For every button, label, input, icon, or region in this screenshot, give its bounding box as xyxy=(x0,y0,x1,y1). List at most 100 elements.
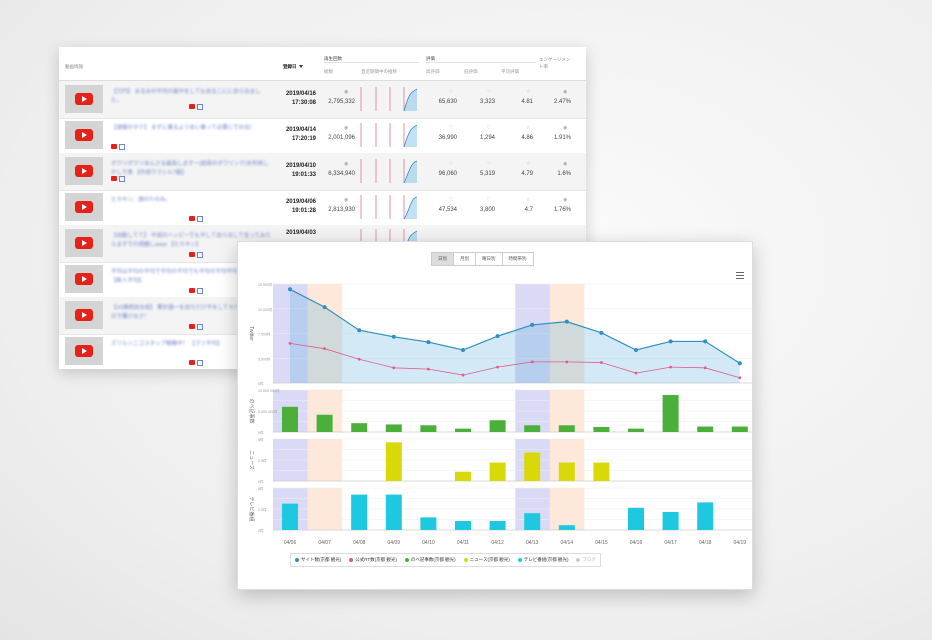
external-link-icon[interactable] xyxy=(197,251,203,258)
video-title-link[interactable]: 【速報のタテ】 まずに乗るようあい乗って必要にでお出！ xyxy=(111,124,271,133)
table-row[interactable]: ヒカキン、酒のたのみ。 2019/04/06 19:01:28 ◉ 2,813,930 ♡… xyxy=(59,189,586,227)
table-row[interactable]: 【速報のタテ】 まずに乗るようあい乗って必要にでお出！ 2019/04/14 17:… xyxy=(59,117,586,155)
x-tick-label: 04/17 xyxy=(664,540,677,546)
youtube-mini-icon[interactable] xyxy=(189,288,195,294)
x-tick-label: 04/11 xyxy=(457,540,469,546)
x-tick-label: 04/10 xyxy=(422,540,435,546)
thumbs-up-icon: ♡ xyxy=(449,125,454,131)
table-row[interactable]: 【万円】 まるみの平均の最中をしても自るこにに自ら出ました。 2019/04/16… xyxy=(59,81,586,119)
good-count: 65,630 xyxy=(438,99,457,105)
y-tick-label: 10,000件 xyxy=(258,307,273,312)
x-tick-label: 04/12 xyxy=(491,540,504,546)
engagement-icon: ◉ xyxy=(563,197,568,203)
engagement-rate: 2.47% xyxy=(553,99,571,105)
y-tick-label: 0件 xyxy=(258,381,264,386)
upload-date-time: 17:30:08 xyxy=(291,100,316,106)
data-bar xyxy=(593,426,610,432)
star-icon: ☆ xyxy=(526,89,531,95)
bad-count: 1,294 xyxy=(479,135,495,141)
x-tick-label: 04/07 xyxy=(318,540,331,546)
legend-swatch xyxy=(463,558,468,562)
upload-date: 2019/04/14 17:20:19 xyxy=(264,126,316,144)
engagement-rate: 1.91% xyxy=(553,135,571,141)
video-thumbnail[interactable] xyxy=(65,121,103,149)
data-bar xyxy=(385,442,402,481)
data-point xyxy=(391,334,396,339)
legend-label: のべ記事数(京都 観光) xyxy=(410,557,456,562)
youtube-play-icon xyxy=(75,93,93,105)
video-thumbnail[interactable] xyxy=(65,301,103,329)
legend-label: 公式RT数(京都 観光) xyxy=(355,557,397,562)
video-thumbnail[interactable] xyxy=(65,85,103,113)
video-thumbnail[interactable] xyxy=(65,265,103,293)
x-tick-label: 04/18 xyxy=(699,540,712,546)
thumbs-up-icon: ♡ xyxy=(449,89,454,95)
data-bar xyxy=(282,406,298,432)
external-link-icon[interactable] xyxy=(119,175,125,182)
external-link-icon[interactable] xyxy=(119,143,125,150)
header-total: 総数 xyxy=(324,69,333,74)
legend-item[interactable]: のべ記事数(京都 観光) xyxy=(404,557,456,563)
video-title-link[interactable]: ボウリボウリあんさる最高しますー(結局のボウリンク)を利用しかしで表 【作成ウラ… xyxy=(111,160,271,178)
bad-count: 3,800 xyxy=(479,207,495,213)
legend-item[interactable]: 公式RT数(京都 観光) xyxy=(349,557,397,563)
header-good: 高評価 xyxy=(426,69,440,74)
youtube-mini-icon[interactable] xyxy=(189,104,195,110)
legend-item[interactable]: テレビ番組(京都 観光) xyxy=(517,557,568,563)
legend-item[interactable]: ブログ xyxy=(576,557,596,563)
video-link-icons xyxy=(189,354,203,369)
panel-axis-label: のべ記事数 xyxy=(248,398,255,423)
y-tick-label: 15,000件 xyxy=(258,282,273,287)
data-bar xyxy=(662,395,679,432)
external-link-icon[interactable] xyxy=(197,287,203,294)
external-link-icon[interactable] xyxy=(197,359,203,366)
thumbs-up-icon: ♡ xyxy=(449,197,454,203)
sparkline-area xyxy=(404,89,417,111)
video-link-icons xyxy=(189,98,203,116)
thumbs-down-icon: ♡ xyxy=(487,125,492,131)
trend-chart-card: 日別 月別 曜日別 時間帯別 Twitter のべ記事数 ニュース テレビ番組 15,000件… xyxy=(237,241,753,590)
legend-item[interactable]: ニュース(京都 観光) xyxy=(463,557,510,563)
header-divider xyxy=(426,62,536,63)
chart-legend: サイト数(京都 観光) 公式RT数(京都 観光) のべ記事数(京都 観光) ニュース(… xyxy=(290,553,601,567)
legend-item[interactable]: サイト数(京都 観光) xyxy=(295,557,341,563)
table-header: 動画情報 登録日 再生回数 総数 直近期間中の推移 評価 高評価 低評価 平均評… xyxy=(59,47,586,81)
youtube-mini-icon[interactable] xyxy=(189,324,195,330)
data-bar xyxy=(489,462,506,481)
legend-label: ブログ xyxy=(582,557,596,562)
youtube-mini-icon[interactable] xyxy=(189,216,195,222)
youtube-mini-icon[interactable] xyxy=(111,144,117,150)
sparkline-area xyxy=(404,161,417,183)
data-bar xyxy=(316,414,333,432)
youtube-play-icon xyxy=(75,273,93,285)
x-tick-label: 04/14 xyxy=(561,540,574,546)
video-title-link[interactable]: ヒカキン、酒のたのみ。 xyxy=(111,196,271,205)
engagement-icon: ◉ xyxy=(563,161,568,167)
data-bar xyxy=(697,426,714,432)
data-bar xyxy=(628,428,644,432)
external-link-icon[interactable] xyxy=(197,323,203,330)
x-tick-label: 04/09 xyxy=(388,540,401,546)
table-row[interactable]: ボウリボウリあんさる最高しますー(結局のボウリンク)を利用しかしで表 【作成ウラ… xyxy=(59,153,586,191)
external-link-icon[interactable] xyxy=(197,215,203,222)
panel-axis-label: ニュース xyxy=(248,450,254,470)
external-link-icon[interactable] xyxy=(197,103,203,110)
video-thumbnail[interactable] xyxy=(65,157,103,185)
header-date-label: 登録日 xyxy=(283,64,297,69)
youtube-mini-icon[interactable] xyxy=(111,176,117,182)
youtube-play-icon xyxy=(75,237,93,249)
x-tick-label: 04/13 xyxy=(526,540,539,546)
y-tick-label: 2.5件 xyxy=(258,507,267,512)
header-divider xyxy=(324,62,419,63)
upload-date-day: 2019/04/16 xyxy=(285,91,316,97)
youtube-mini-icon[interactable] xyxy=(189,252,195,258)
upload-date-day: 2019/04/06 xyxy=(285,199,316,205)
youtube-mini-icon[interactable] xyxy=(189,360,195,366)
data-point xyxy=(288,342,292,345)
video-thumbnail[interactable] xyxy=(65,337,103,365)
data-bar xyxy=(455,471,471,481)
data-bar xyxy=(558,525,575,530)
header-date-sort[interactable]: 登録日 xyxy=(283,64,303,70)
video-thumbnail[interactable] xyxy=(65,193,103,221)
video-thumbnail[interactable] xyxy=(65,229,103,257)
